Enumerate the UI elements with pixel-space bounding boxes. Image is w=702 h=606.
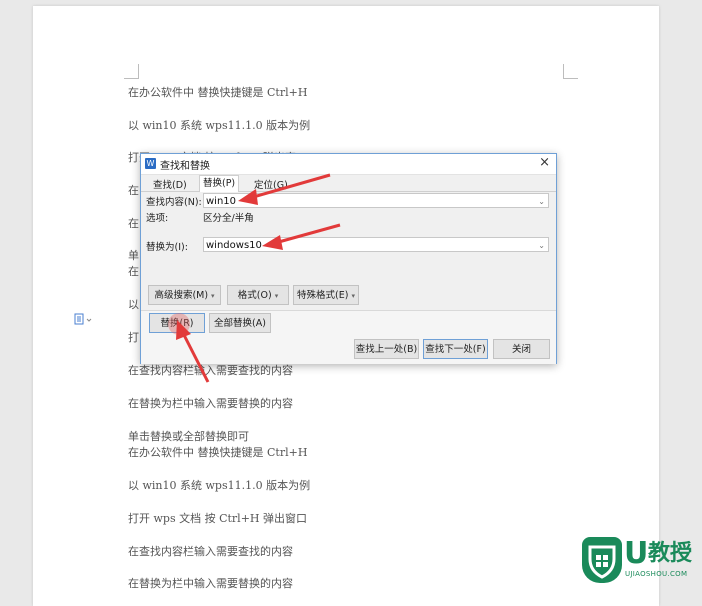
site-logo: U 教授 UJIAOSHOU.COM: [582, 537, 700, 583]
annotation-arrow-replace-button: [176, 320, 210, 383]
annotation-arrow-replace: [262, 223, 341, 250]
logo-brand: U: [624, 536, 649, 571]
shield-icon: [582, 537, 622, 583]
annotation-arrows: [176, 173, 341, 383]
annotation-arrow-find: [238, 173, 331, 205]
logo-name: 教授: [648, 541, 693, 566]
logo-url: UJIAOSHOU.COM: [625, 570, 688, 578]
